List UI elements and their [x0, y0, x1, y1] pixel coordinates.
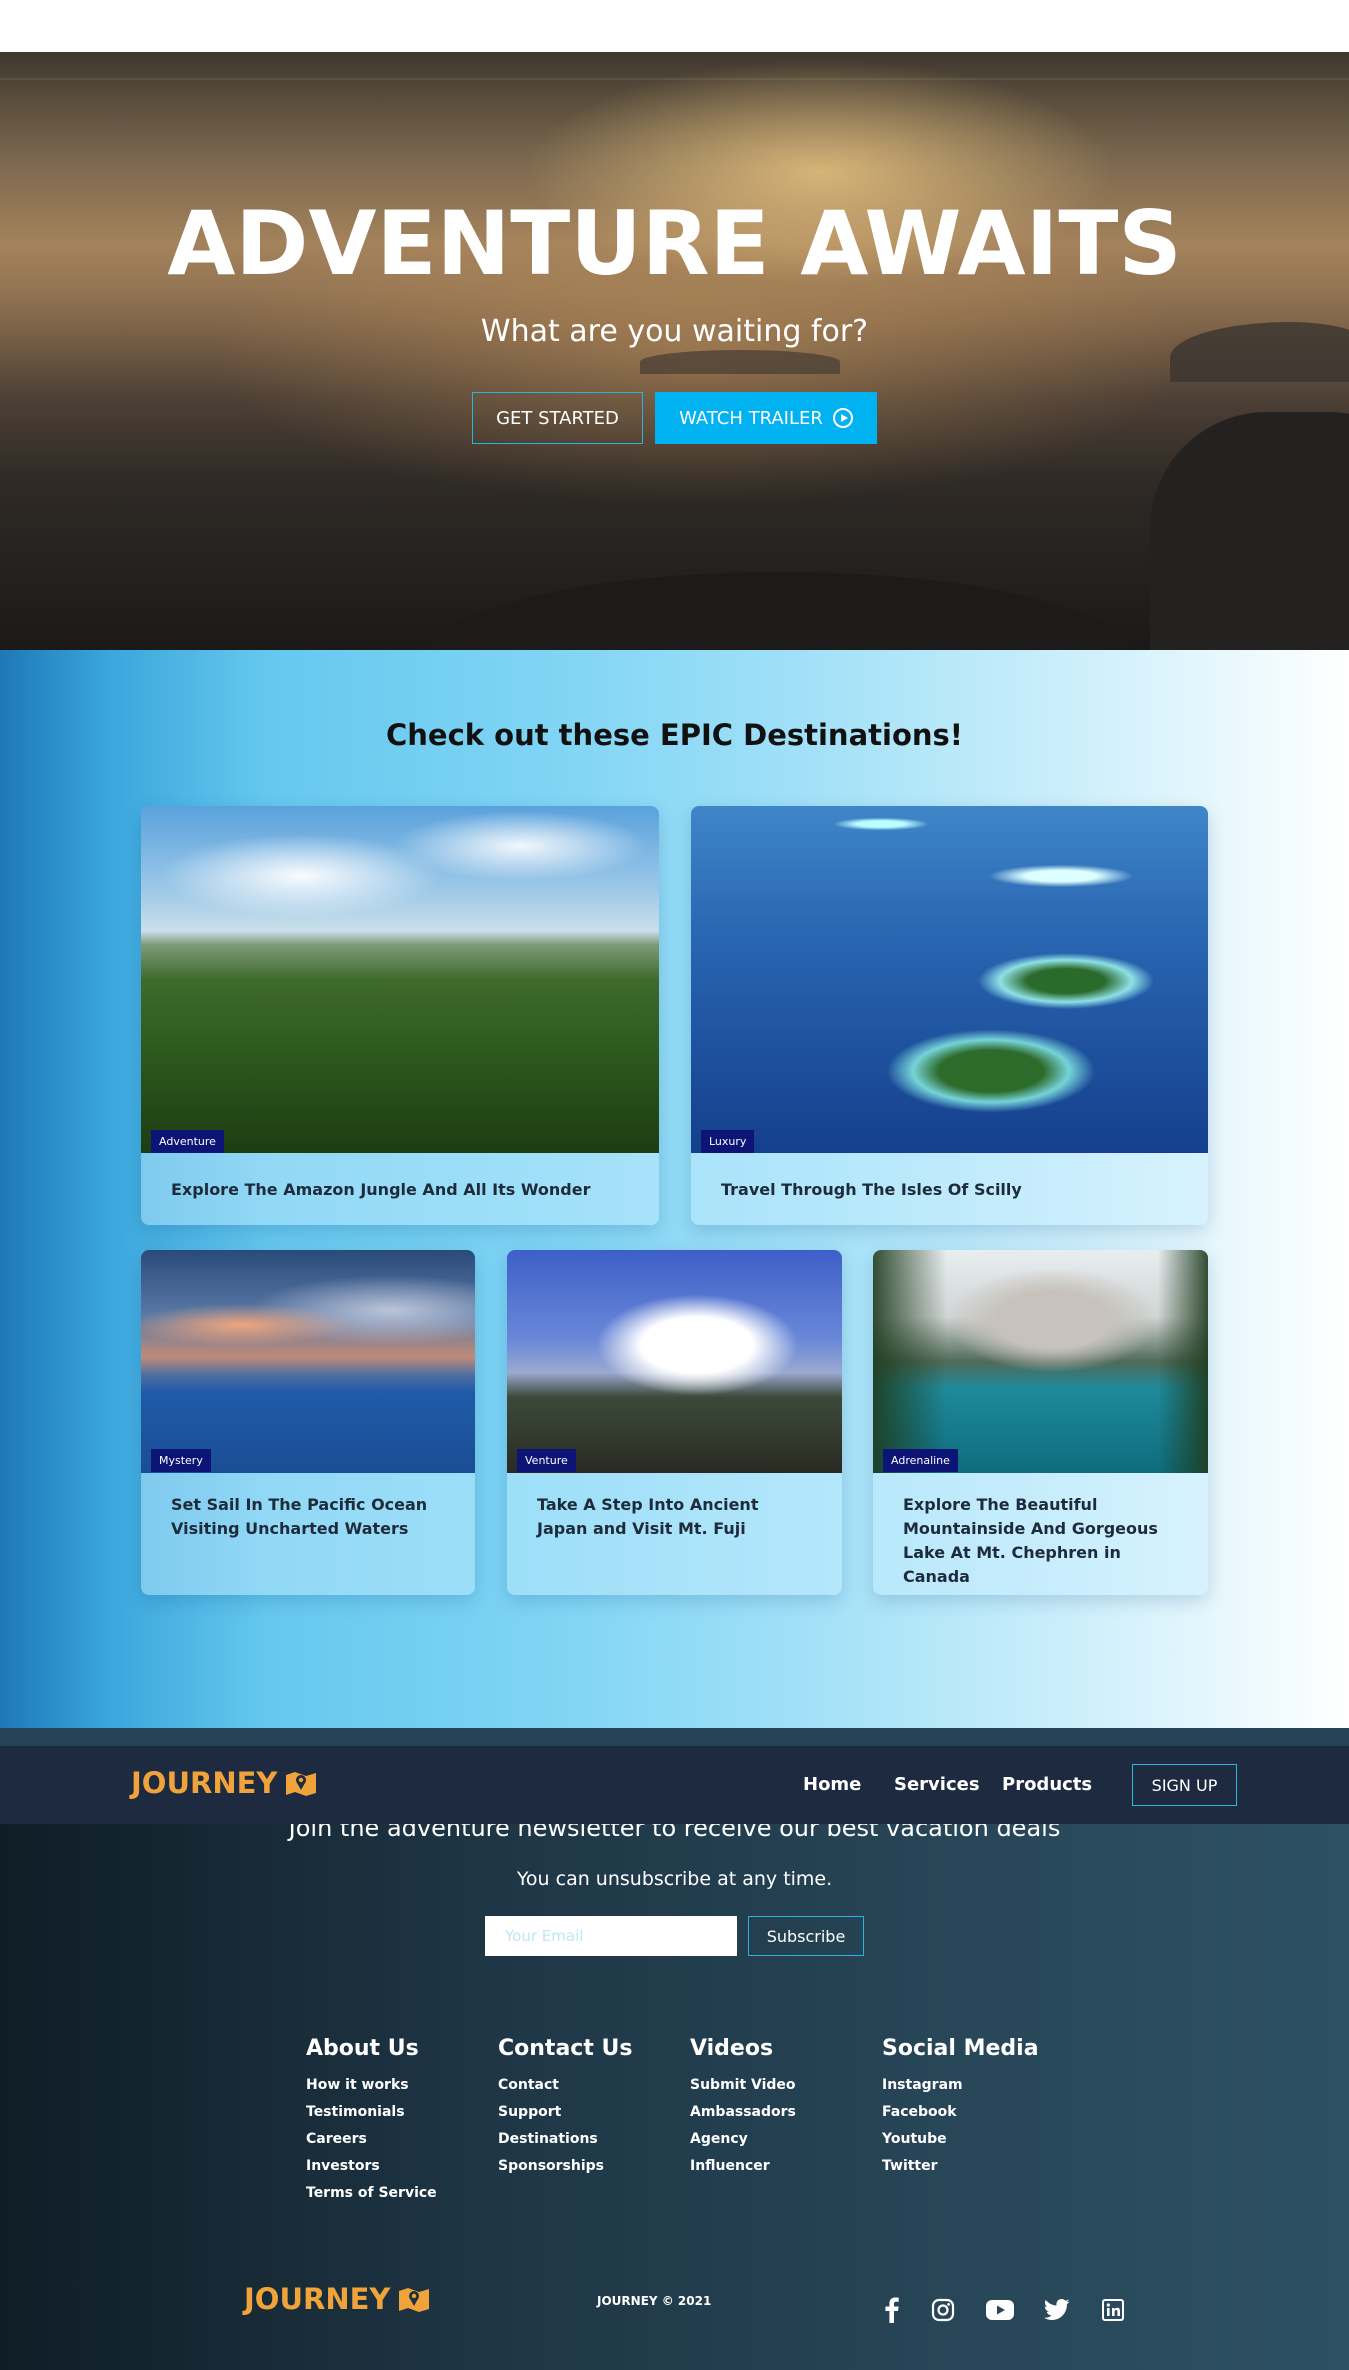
newsletter-subtext: You can unsubscribe at any time.	[516, 1868, 833, 1890]
footer-column-social: Social Media Instagram Facebook Youtube …	[882, 2036, 1039, 2185]
watch-trailer-button[interactable]: WATCH TRAILER	[655, 392, 877, 444]
subscribe-button[interactable]: Subscribe	[748, 1916, 864, 1956]
footer-column-title: Contact Us	[498, 2036, 633, 2061]
nav-link-products[interactable]: Products	[1002, 1774, 1092, 1795]
category-tag: Adrenaline	[883, 1449, 958, 1472]
map-marker-icon	[286, 1772, 317, 1796]
nav-link-home[interactable]: Home	[803, 1774, 861, 1795]
linkedin-icon[interactable]	[1099, 2296, 1127, 2324]
footer-column-videos: Videos Submit Video Ambassadors Agency I…	[690, 2036, 796, 2185]
footer-column-contact: Contact Us Contact Support Destinations …	[498, 2036, 632, 2185]
category-tag: Luxury	[701, 1130, 755, 1153]
destination-card[interactable]: Adventure Explore The Amazon Jungle And …	[141, 806, 659, 1225]
footer-link[interactable]: Careers	[306, 2131, 437, 2147]
destination-card[interactable]: Luxury Travel Through The Isles Of Scill…	[691, 806, 1208, 1225]
jungle-image	[141, 806, 659, 1153]
footer-link[interactable]: Submit Video	[690, 2077, 796, 2093]
logo-text: JOURNEY	[131, 1766, 278, 1800]
footer-column-title: Social Media	[882, 2036, 1039, 2061]
footer-link[interactable]: Testimonials	[306, 2104, 437, 2120]
footer-top-band	[0, 1728, 1349, 1746]
destination-card[interactable]: Adrenaline Explore The Beautiful Mountai…	[873, 1250, 1208, 1595]
instagram-icon[interactable]	[929, 2296, 957, 2324]
destination-card[interactable]: Venture Take A Step Into Ancient Japan a…	[507, 1250, 842, 1595]
footer-link[interactable]: Sponsorships	[498, 2158, 632, 2174]
footer-link[interactable]: Facebook	[882, 2104, 1039, 2120]
footer-link[interactable]: Youtube	[882, 2131, 1039, 2147]
nav-link-services[interactable]: Services	[894, 1774, 980, 1795]
destinations-heading: Check out these EPIC Destinations!	[385, 718, 963, 752]
navbar-logo[interactable]: JOURNEY	[131, 1766, 317, 1800]
footer-column-title: Videos	[690, 2036, 774, 2061]
footer-link[interactable]: Influencer	[690, 2158, 796, 2174]
destination-card[interactable]: Mystery Set Sail In The Pacific Ocean Vi…	[141, 1250, 475, 1595]
logo-text: JOURNEY	[244, 2282, 391, 2316]
ocean-image	[141, 1250, 475, 1473]
category-tag: Mystery	[151, 1449, 211, 1472]
footer-link[interactable]: Instagram	[882, 2077, 1039, 2093]
footer-link[interactable]: How it works	[306, 2077, 437, 2093]
hero-subtitle: What are you waiting for?	[480, 314, 869, 349]
map-marker-icon	[399, 2288, 430, 2312]
footer-link[interactable]: Investors	[306, 2158, 437, 2174]
card-title: Travel Through The Isles Of Scilly	[721, 1180, 1022, 1199]
destinations-section: Check out these EPIC Destinations! Adven…	[0, 650, 1349, 1728]
sign-up-button[interactable]: SIGN UP	[1132, 1764, 1237, 1806]
hero-background	[0, 52, 1349, 650]
footer-logo[interactable]: JOURNEY	[244, 2282, 430, 2316]
email-input[interactable]	[485, 1916, 737, 1956]
footer-link[interactable]: Contact	[498, 2077, 632, 2093]
card-title: Explore The Beautiful Mountainside And G…	[903, 1495, 1158, 1586]
get-started-label: GET STARTED	[496, 407, 619, 429]
play-circle-icon	[832, 408, 853, 428]
hero-divider	[0, 78, 1349, 80]
fuji-image	[507, 1250, 842, 1473]
footer-link[interactable]: Agency	[690, 2131, 796, 2147]
footer-column-about: About Us How it works Testimonials Caree…	[306, 2036, 437, 2212]
footer-link[interactable]: Destinations	[498, 2131, 632, 2147]
islands-image	[691, 806, 1208, 1153]
youtube-icon[interactable]	[985, 2296, 1015, 2324]
footer-link[interactable]: Ambassadors	[690, 2104, 796, 2120]
footer-column-title: About Us	[306, 2036, 419, 2061]
category-tag: Adventure	[151, 1130, 224, 1153]
watch-trailer-label: WATCH TRAILER	[679, 407, 823, 429]
get-started-button[interactable]: GET STARTED	[472, 392, 643, 444]
footer-link[interactable]: Terms of Service	[306, 2185, 437, 2201]
footer-link[interactable]: Support	[498, 2104, 632, 2120]
card-title: Set Sail In The Pacific Ocean Visiting U…	[171, 1495, 428, 1538]
facebook-icon[interactable]	[878, 2296, 906, 2324]
card-title: Explore The Amazon Jungle And All Its Wo…	[171, 1180, 591, 1199]
twitter-icon[interactable]	[1043, 2296, 1071, 2324]
category-tag: Venture	[517, 1449, 576, 1472]
copyright-text: JOURNEY © 2021	[597, 2294, 712, 2308]
hero-island	[640, 350, 840, 374]
hero-title: ADVENTURE AWAITS	[167, 192, 1182, 295]
card-title: Take A Step Into Ancient Japan and Visit…	[537, 1495, 759, 1538]
hero-section: ADVENTURE AWAITS What are you waiting fo…	[0, 52, 1349, 650]
navbar: JOURNEY Home Services Products SIGN UP	[0, 1746, 1349, 1824]
footer-link[interactable]: Twitter	[882, 2158, 1039, 2174]
lake-image	[873, 1250, 1208, 1473]
